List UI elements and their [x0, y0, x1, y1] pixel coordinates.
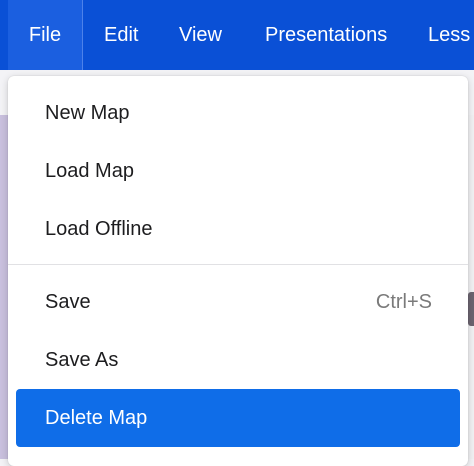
menu-item-save-as[interactable]: Save As — [8, 332, 468, 388]
menu-view[interactable]: View — [179, 0, 222, 70]
menu-item-new-map[interactable]: New Map — [8, 85, 468, 141]
menu-item-delete-map[interactable]: Delete Map — [16, 389, 460, 447]
menu-item-save[interactable]: Save Ctrl+S — [8, 274, 468, 330]
menu-bar: File Edit View Presentations Less — [0, 0, 474, 70]
menu-edit[interactable]: Edit — [104, 0, 138, 70]
menu-item-label: Save — [45, 291, 91, 313]
menu-divider — [8, 264, 468, 265]
background-shape — [468, 292, 474, 326]
menu-item-load-offline[interactable]: Load Offline — [8, 201, 468, 257]
menu-item-label: Load Map — [45, 160, 134, 182]
menu-item-label: Save As — [45, 349, 119, 371]
menu-lessons[interactable]: Less — [428, 0, 470, 70]
menu-item-label: New Map — [45, 102, 130, 124]
menu-item-label: Delete Map — [45, 407, 148, 429]
shortcut-hint: Ctrl+S — [375, 291, 432, 313]
menu-item-load-map[interactable]: Load Map — [8, 143, 468, 199]
menu-item-label: Load Offline — [45, 218, 153, 240]
menu-presentations[interactable]: Presentations — [265, 0, 387, 70]
file-dropdown-menu: New Map Load Map Load Offline Save Ctrl+… — [8, 76, 468, 466]
menu-file[interactable]: File — [8, 0, 83, 70]
